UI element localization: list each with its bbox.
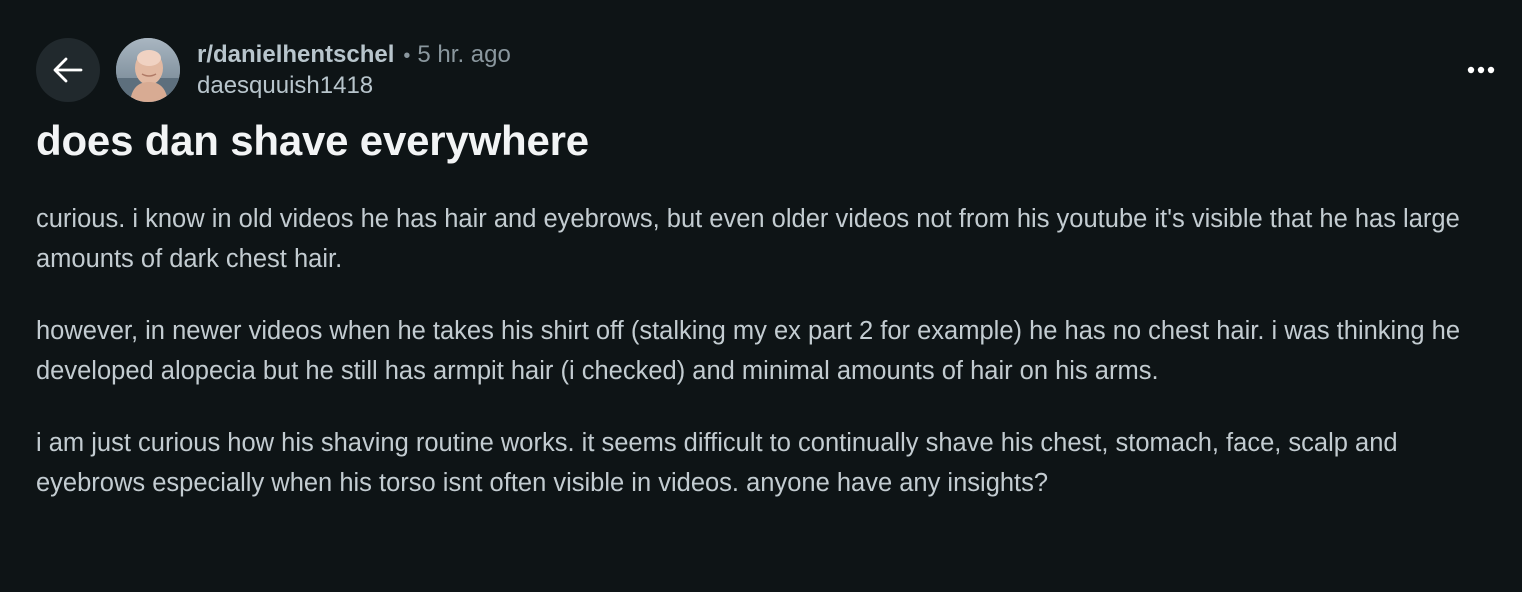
arrow-left-icon xyxy=(53,57,83,83)
avatar-image xyxy=(116,38,180,102)
post-paragraph: i am just curious how his shaving routin… xyxy=(36,429,1398,497)
post-header: r/danielhentschel • 5 hr. ago daesquuish… xyxy=(36,38,511,102)
more-horizontal-icon xyxy=(1467,66,1495,74)
post-title: does dan shave everywhere xyxy=(36,117,589,164)
avatar[interactable] xyxy=(116,38,180,102)
post-body: curious. i know in old videos he has hai… xyxy=(36,199,1506,535)
post-meta-top: r/danielhentschel • 5 hr. ago xyxy=(197,40,511,71)
meta-separator: • xyxy=(403,44,411,67)
author-link[interactable]: daesquuish1418 xyxy=(197,71,511,101)
subreddit-link[interactable]: r/danielhentschel xyxy=(197,40,394,70)
post-detail: r/danielhentschel • 5 hr. ago daesquuish… xyxy=(0,0,1522,592)
post-meta: r/danielhentschel • 5 hr. ago daesquuish… xyxy=(197,40,511,101)
more-options-button[interactable] xyxy=(1466,56,1496,84)
back-button[interactable] xyxy=(36,38,100,102)
post-paragraph: curious. i know in old videos he has hai… xyxy=(36,205,1460,273)
post-paragraph: however, in newer videos when he takes h… xyxy=(36,317,1461,385)
post-time: 5 hr. ago xyxy=(417,40,511,68)
